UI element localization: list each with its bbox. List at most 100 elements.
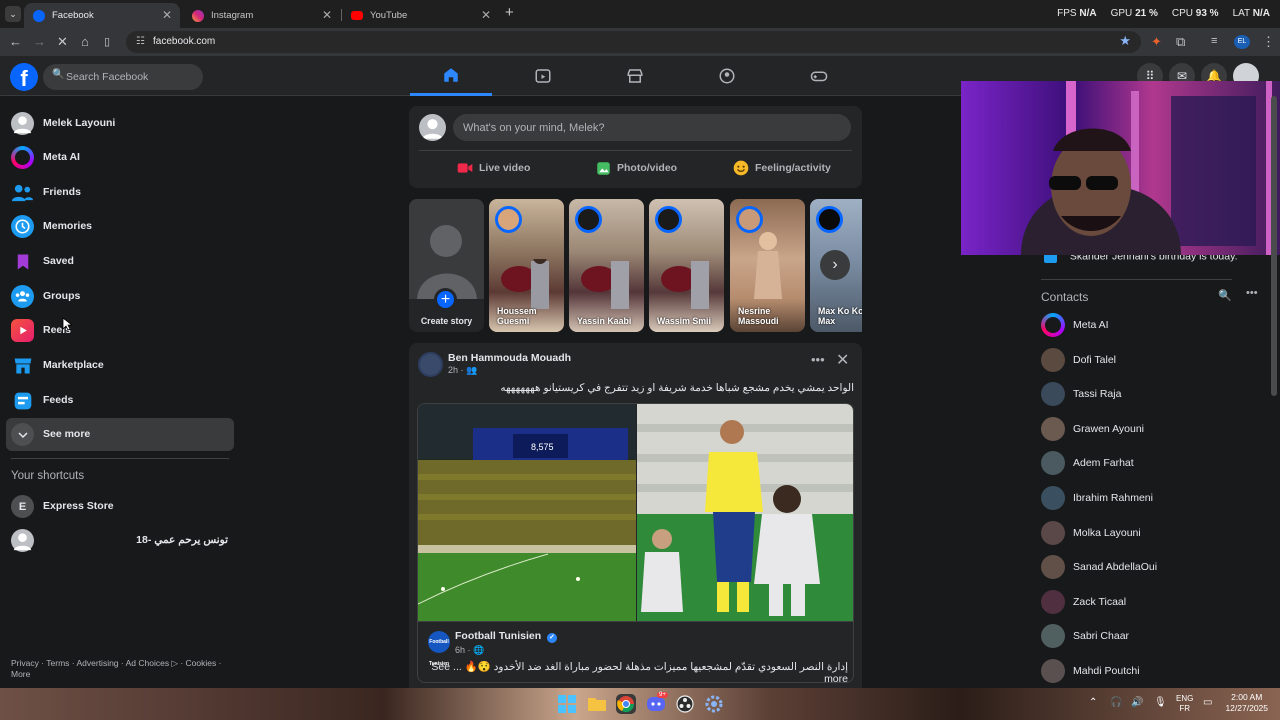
file-explorer-icon[interactable] [587,694,607,714]
volume-icon[interactable]: 🔊 [1131,697,1143,708]
whats-on-your-mind-input[interactable]: What's on your mind, Melek? [453,114,851,141]
more-options-icon[interactable]: ••• [811,352,825,367]
nav-tab-home[interactable] [410,56,492,96]
browser-menu-icon[interactable]: ⋮ [1262,34,1275,50]
stop-loading-icon[interactable]: ✕ [57,34,68,50]
settings-gear-icon[interactable] [704,694,724,714]
side-panel-icon[interactable]: ▯ [104,35,110,48]
sidebar-item-friends[interactable]: Friends [6,176,234,209]
shortcut-express-store[interactable]: E Express Store [6,490,234,523]
close-tab-icon[interactable]: ✕ [322,8,332,22]
contact-item[interactable]: Ibrahim Rahmeni [1038,482,1238,515]
contact-item[interactable]: Grawen Ayouni [1038,413,1238,446]
home-icon[interactable]: ⌂ [81,34,89,49]
language-indicator[interactable]: ENG FR [1176,694,1193,714]
tab-youtube[interactable]: YouTube ✕ [342,3,499,28]
football-tunisien-avatar[interactable]: Football Tunisien [428,631,450,667]
headset-icon[interactable]: 🎧 [1110,697,1122,708]
contact-item[interactable]: Mahdi Poutchi [1038,655,1238,688]
browser-toolbar: ← → ✕ ⌂ ▯ ☷ facebook.com ★ ✦ ⧉ ≡ EL ⋮ [0,28,1280,56]
contact-item[interactable]: Sanad AbdellaOui [1038,551,1238,584]
address-bar[interactable]: ☷ facebook.com ★ [126,31,1141,53]
shortcut-group[interactable]: تونس يرحم عمي -18 [6,524,234,557]
fps-label: FPS [1057,8,1077,19]
sidebar-item-meta-ai[interactable]: Meta AI [6,141,234,174]
extension-icon[interactable]: ✦ [1151,34,1162,50]
contact-item[interactable]: Tassi Raja [1038,378,1238,411]
live-video-button[interactable]: Live video [457,159,530,177]
tab-search-button[interactable]: ⌄ [5,6,21,22]
sidebar-item-groups[interactable]: Groups [6,280,234,313]
display-icon[interactable]: ▭ [1203,697,1212,708]
contacts-more-icon[interactable]: ••• [1246,287,1258,299]
see-more-button[interactable]: See more [6,418,234,451]
nav-tab-gaming[interactable] [778,56,860,96]
close-tab-icon[interactable]: ✕ [162,8,172,22]
story-card[interactable]: Wassim Smii [649,199,724,332]
back-arrow-icon[interactable]: ← [9,34,22,49]
site-info-icon[interactable]: ☷ [136,36,145,47]
story-card[interactable]: Yassin Kaabi [569,199,644,332]
avatar [1041,347,1065,372]
feeling-activity-button[interactable]: Feeling/activity [733,159,831,177]
sidebar-item-label: Memories [43,220,93,232]
avatar [1041,520,1065,545]
profile-badge[interactable]: EL [1234,35,1250,49]
clock-date: 12/27/2025 [1225,703,1268,713]
contact-item[interactable]: Sabri Chaar [1038,620,1238,653]
chrome-icon[interactable] [616,694,636,714]
sidebar-item-profile[interactable]: Melek Layouni [6,107,234,140]
microphone-icon[interactable]: 🎙 [1154,697,1167,708]
shared-post[interactable]: 8,575 Football Tunisien Football Tunisie… [417,403,854,683]
story-card[interactable]: Houssem Guesmi [489,199,564,332]
post-timestamp[interactable]: 2h · 👥 [448,365,477,376]
post-author[interactable]: Ben Hammouda Mouadh [448,352,571,364]
facebook-logo[interactable]: f [10,63,38,91]
page-scrollbar[interactable] [1271,96,1277,396]
sidebar-item-feeds[interactable]: Feeds [6,384,234,417]
tray-chevron-up-icon[interactable]: ⌃ [1089,697,1097,708]
tab-instagram[interactable]: Instagram ✕ [183,3,340,28]
media-controls-icon[interactable]: ≡ [1211,35,1217,47]
bookmark-star-icon[interactable]: ★ [1119,33,1131,49]
stories-next-chevron-icon[interactable]: › [820,250,850,280]
nav-tab-video[interactable] [502,56,584,96]
photo-icon [597,161,610,175]
forward-arrow-icon[interactable]: → [33,34,46,49]
tab-facebook[interactable]: Facebook ✕ [24,3,180,28]
contact-item[interactable]: Dofi Talel [1038,344,1238,377]
contact-item[interactable]: Molka Layouni [1038,517,1238,550]
extensions-puzzle-icon[interactable]: ⧉ [1176,34,1185,50]
sidebar-item-memories[interactable]: Memories [6,210,234,243]
avatar [1041,624,1065,649]
sidebar-item-marketplace[interactable]: Marketplace [6,349,234,382]
obs-icon[interactable] [675,694,695,714]
windows-start-icon[interactable] [557,694,577,714]
close-tab-icon[interactable]: ✕ [481,8,491,22]
contact-item[interactable]: Zack Ticaal [1038,586,1238,619]
create-story-card[interactable]: + Create story [409,199,484,332]
close-icon[interactable]: ✕ [836,350,849,370]
contact-item[interactable]: Meta AI [1038,309,1238,342]
sidebar-item-reels[interactable]: Reels [6,314,234,347]
player-photo [637,404,853,621]
search-input[interactable]: 🔍 Search Facebook [43,64,203,90]
contact-item[interactable]: Adem Farhat [1038,447,1238,480]
new-tab-button[interactable]: + [505,4,514,21]
story-author: Nesrine Massoudi [738,306,779,326]
contacts-search-icon[interactable]: 🔍 [1218,289,1232,302]
story-card[interactable]: Nesrine Massoudi [730,199,805,332]
avatar[interactable] [419,114,446,141]
footer-links[interactable]: Privacy · Terms · Advertising · Ad Choic… [11,658,231,680]
sidebar-item-saved[interactable]: Saved [6,245,234,278]
nav-tab-marketplace[interactable] [594,56,676,96]
meta-ai-icon [1041,313,1065,337]
avatar[interactable] [418,352,443,377]
shared-post-timestamp[interactable]: 6h · 🌐 [455,645,484,656]
clock[interactable]: 2:00 AM 12/27/2025 [1225,692,1268,714]
post-text: الواحد يمشي يخدم مشجع شباها خدمة شريفة ا… [500,382,854,394]
avatar [11,529,34,552]
nav-tab-groups[interactable] [686,56,768,96]
photo-video-button[interactable]: Photo/video [596,159,677,177]
shared-post-author[interactable]: Football Tunisien ✓ [455,630,558,643]
